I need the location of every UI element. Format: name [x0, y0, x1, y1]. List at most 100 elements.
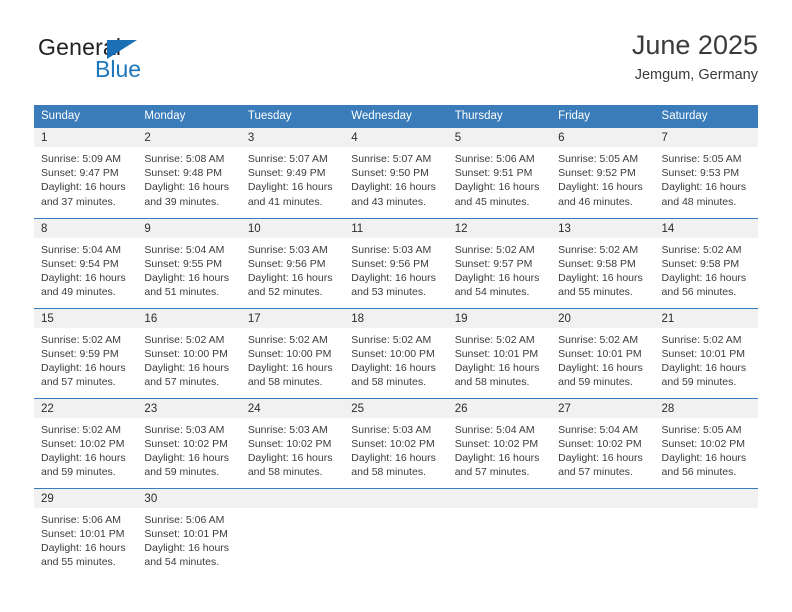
day-cell[interactable]: 13 Sunrise: 5:02 AM Sunset: 9:58 PM Dayl…	[551, 217, 655, 308]
day-cell-empty	[551, 487, 655, 578]
day-cell[interactable]: 16 Sunrise: 5:02 AM Sunset: 10:00 PM Day…	[137, 307, 241, 398]
sunrise-text: Sunrise: 5:02 AM	[454, 333, 535, 346]
sunset-text: Sunset: 10:01 PM	[41, 527, 125, 540]
calendar-page: General Blue June 2025 Jemgum, Germany S…	[0, 0, 792, 612]
daylight-text-line2: and 58 minutes.	[247, 376, 323, 389]
day-cell[interactable]: 6 Sunrise: 5:05 AM Sunset: 9:52 PM Dayli…	[551, 128, 655, 218]
day-cell[interactable]: 25 Sunrise: 5:03 AM Sunset: 10:02 PM Day…	[344, 397, 448, 488]
day-number: 3	[240, 128, 345, 147]
day-cell[interactable]: 15 Sunrise: 5:02 AM Sunset: 9:59 PM Dayl…	[34, 307, 138, 398]
daylight-text-line2: and 49 minutes.	[41, 286, 116, 299]
sunrise-text: Sunrise: 5:05 AM	[661, 423, 742, 436]
day-cell[interactable]: 10 Sunrise: 5:03 AM Sunset: 9:56 PM Dayl…	[240, 217, 345, 308]
page-title: June 2025	[631, 30, 758, 60]
day-cell[interactable]: 9 Sunrise: 5:04 AM Sunset: 9:55 PM Dayli…	[137, 217, 241, 308]
day-cell[interactable]: 11 Sunrise: 5:03 AM Sunset: 9:56 PM Dayl…	[344, 217, 448, 308]
daylight-text-line1: Daylight: 16 hours	[144, 181, 230, 194]
day-cell[interactable]: 12 Sunrise: 5:02 AM Sunset: 9:57 PM Dayl…	[447, 217, 552, 308]
day-cell[interactable]: 2 Sunrise: 5:08 AM Sunset: 9:48 PM Dayli…	[137, 128, 241, 218]
sunset-text: Sunset: 9:51 PM	[454, 167, 533, 180]
daylight-text-line1: Daylight: 16 hours	[661, 451, 747, 464]
day-number: 29	[34, 488, 138, 508]
day-details: Sunrise: 5:02 AM Sunset: 10:01 PM Daylig…	[448, 328, 551, 390]
day-cell[interactable]: 7 Sunrise: 5:05 AM Sunset: 9:53 PM Dayli…	[654, 128, 758, 218]
day-cell[interactable]: 28 Sunrise: 5:05 AM Sunset: 10:02 PM Day…	[654, 397, 758, 488]
day-cell[interactable]: 27 Sunrise: 5:04 AM Sunset: 10:02 PM Day…	[551, 397, 655, 488]
daylight-text-line1: Daylight: 16 hours	[144, 361, 230, 374]
day-number: 28	[654, 398, 758, 418]
daylight-text-line2: and 56 minutes.	[661, 286, 737, 299]
day-number: 26	[447, 398, 552, 418]
daylight-text-line1: Daylight: 16 hours	[41, 361, 126, 374]
logo-text-blue: Blue	[95, 56, 142, 82]
sunrise-text: Sunrise: 5:07 AM	[351, 153, 432, 165]
sunrise-text: Sunrise: 5:02 AM	[661, 333, 742, 346]
daylight-text-line2: and 46 minutes.	[558, 195, 633, 208]
day-cell[interactable]: 20 Sunrise: 5:02 AM Sunset: 10:01 PM Day…	[551, 307, 655, 398]
day-number: 6	[551, 128, 655, 147]
day-cell[interactable]: 19 Sunrise: 5:02 AM Sunset: 10:01 PM Day…	[447, 307, 552, 398]
sunrise-text: Sunrise: 5:04 AM	[41, 243, 121, 256]
day-cell[interactable]: 18 Sunrise: 5:02 AM Sunset: 10:00 PM Day…	[344, 307, 448, 398]
calendar-week-row: 8 Sunrise: 5:04 AM Sunset: 9:54 PM Dayli…	[34, 217, 758, 308]
daylight-text-line1: Daylight: 16 hours	[351, 361, 436, 374]
sunset-text: Sunset: 9:58 PM	[558, 257, 636, 270]
day-cell[interactable]: 3 Sunrise: 5:07 AM Sunset: 9:49 PM Dayli…	[240, 128, 345, 218]
day-details: Sunrise: 5:05 AM Sunset: 10:02 PM Daylig…	[655, 418, 758, 480]
day-cell[interactable]: 29 Sunrise: 5:06 AM Sunset: 10:01 PM Day…	[34, 487, 138, 578]
day-details: Sunrise: 5:03 AM Sunset: 10:02 PM Daylig…	[241, 418, 344, 480]
day-cell-empty	[654, 487, 758, 578]
day-number: 9	[137, 218, 241, 238]
day-number: 19	[447, 308, 552, 328]
weekday-header-thursday: Thursday	[447, 105, 552, 128]
day-cell[interactable]: 22 Sunrise: 5:02 AM Sunset: 10:02 PM Day…	[34, 397, 138, 488]
weekday-header-friday: Friday	[551, 105, 655, 128]
daylight-text-line2: and 58 minutes.	[351, 376, 426, 389]
day-number	[654, 488, 758, 508]
day-cell[interactable]: 26 Sunrise: 5:04 AM Sunset: 10:02 PM Day…	[447, 397, 552, 488]
daylight-text-line1: Daylight: 16 hours	[558, 181, 643, 194]
day-number: 5	[447, 128, 552, 147]
day-details: Sunrise: 5:05 AM Sunset: 9:52 PM Dayligh…	[551, 147, 654, 209]
daylight-text-line1: Daylight: 16 hours	[247, 181, 333, 194]
day-cell[interactable]: 14 Sunrise: 5:02 AM Sunset: 9:58 PM Dayl…	[654, 217, 758, 308]
daylight-text-line1: Daylight: 16 hours	[41, 541, 126, 554]
day-number: 7	[654, 128, 758, 147]
daylight-text-line2: and 43 minutes.	[351, 195, 426, 208]
day-number: 4	[344, 128, 448, 147]
sunrise-text: Sunrise: 5:03 AM	[247, 423, 328, 436]
day-number: 25	[344, 398, 448, 418]
daylight-text-line1: Daylight: 16 hours	[41, 181, 126, 194]
day-cell[interactable]: 1 Sunrise: 5:09 AM Sunset: 9:47 PM Dayli…	[34, 128, 138, 218]
sunrise-text: Sunrise: 5:09 AM	[41, 153, 121, 165]
day-number: 30	[137, 488, 241, 508]
day-details: Sunrise: 5:03 AM Sunset: 10:02 PM Daylig…	[344, 418, 447, 480]
sunrise-text: Sunrise: 5:07 AM	[247, 153, 328, 165]
sunrise-text: Sunrise: 5:03 AM	[247, 243, 328, 256]
day-number	[551, 488, 655, 508]
sunrise-text: Sunrise: 5:05 AM	[661, 153, 742, 165]
day-details: Sunrise: 5:04 AM Sunset: 10:02 PM Daylig…	[551, 418, 654, 480]
daylight-text-line1: Daylight: 16 hours	[454, 181, 540, 194]
weekday-header-wednesday: Wednesday	[344, 105, 448, 128]
daylight-text-line1: Daylight: 16 hours	[454, 361, 540, 374]
sunrise-text: Sunrise: 5:04 AM	[144, 243, 225, 256]
day-cell[interactable]: 30 Sunrise: 5:06 AM Sunset: 10:01 PM Day…	[137, 487, 241, 578]
day-cell[interactable]: 21 Sunrise: 5:02 AM Sunset: 10:01 PM Day…	[654, 307, 758, 398]
day-details: Sunrise: 5:02 AM Sunset: 10:00 PM Daylig…	[241, 328, 344, 390]
day-cell[interactable]: 8 Sunrise: 5:04 AM Sunset: 9:54 PM Dayli…	[34, 217, 138, 308]
weekday-header-tuesday: Tuesday	[240, 105, 345, 128]
daylight-text-line2: and 57 minutes.	[454, 466, 530, 479]
day-cell[interactable]: 5 Sunrise: 5:06 AM Sunset: 9:51 PM Dayli…	[447, 128, 552, 218]
day-cell[interactable]: 17 Sunrise: 5:02 AM Sunset: 10:00 PM Day…	[240, 307, 345, 398]
sunset-text: Sunset: 9:56 PM	[247, 257, 326, 270]
logo[interactable]: General Blue	[38, 34, 258, 90]
day-details: Sunrise: 5:02 AM Sunset: 9:59 PM Dayligh…	[34, 328, 137, 390]
sunrise-text: Sunrise: 5:05 AM	[558, 153, 639, 165]
day-cell[interactable]: 23 Sunrise: 5:03 AM Sunset: 10:02 PM Day…	[137, 397, 241, 488]
day-cell[interactable]: 4 Sunrise: 5:07 AM Sunset: 9:50 PM Dayli…	[344, 128, 448, 218]
daylight-text-line2: and 52 minutes.	[247, 286, 323, 299]
day-cell[interactable]: 24 Sunrise: 5:03 AM Sunset: 10:02 PM Day…	[240, 397, 345, 488]
daylight-text-line2: and 48 minutes.	[661, 195, 737, 208]
sunset-text: Sunset: 9:50 PM	[351, 167, 429, 180]
